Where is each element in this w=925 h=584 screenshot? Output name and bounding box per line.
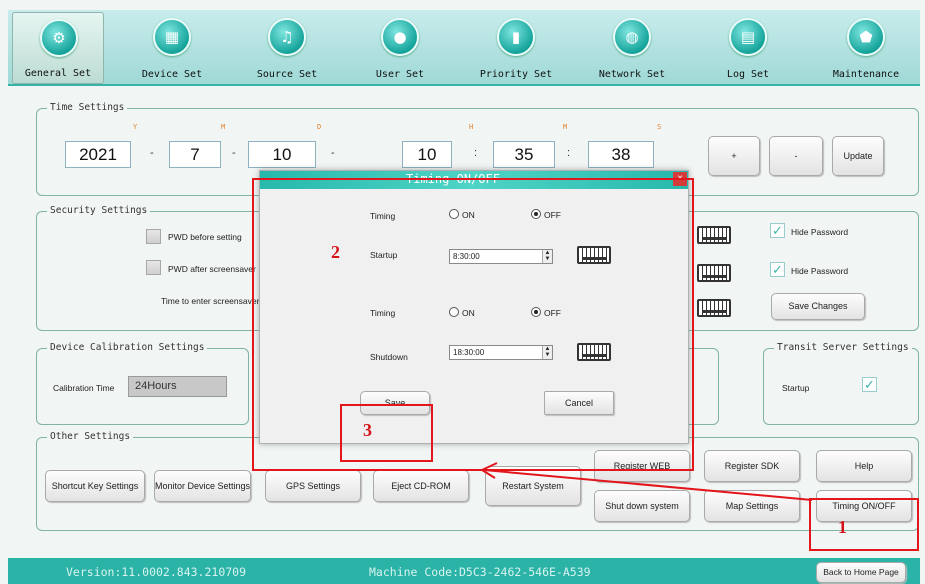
app-window: ⚙ General Set ▦ Device Set ♫ Source Set … <box>0 0 925 584</box>
annotation-arrow <box>479 462 813 501</box>
